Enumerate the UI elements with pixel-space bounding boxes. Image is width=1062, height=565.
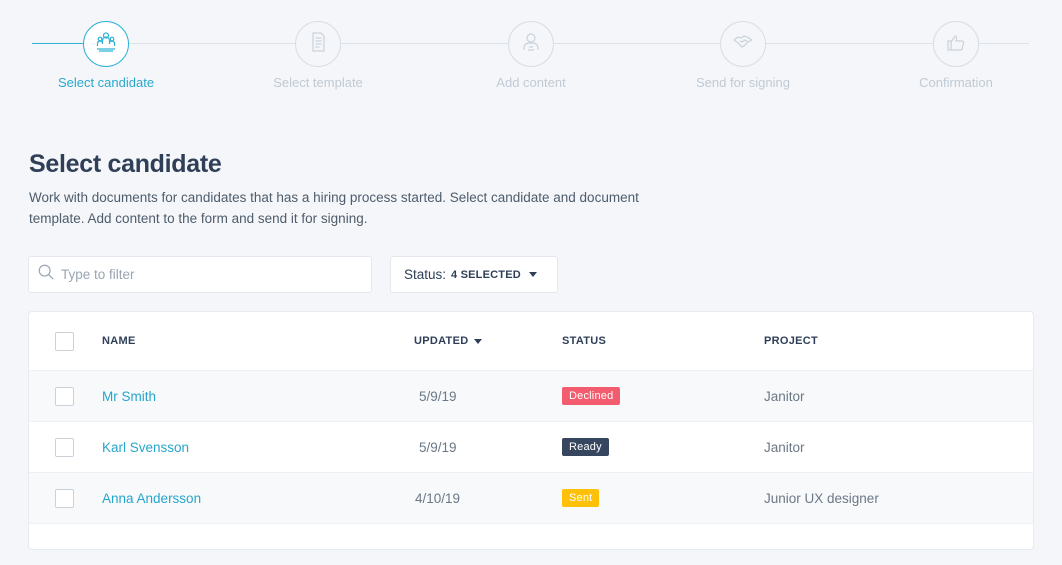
filter-field[interactable] [28, 256, 372, 293]
column-header-updated-label: UPDATED [414, 335, 469, 347]
table-row[interactable]: Anna Andersson 4/10/19 Sent Junior UX de… [29, 473, 1033, 524]
step-label: Select template [273, 75, 363, 90]
table-row[interactable]: Mr Smith 5/9/19 Declined Janitor [29, 371, 1033, 422]
step-add-content[interactable]: Add content [451, 21, 611, 90]
select-all-checkbox[interactable] [55, 331, 74, 351]
chevron-down-icon [528, 272, 537, 277]
step-label: Select candidate [57, 75, 155, 90]
project-name: Janitor [764, 439, 805, 455]
column-header-name[interactable]: NAME [102, 312, 136, 370]
document-template-icon [306, 30, 330, 59]
candidate-name-link[interactable]: Karl Svensson [102, 422, 189, 472]
status-filter-label: Status: [404, 267, 447, 282]
updated-date: 4/10/19 [415, 490, 461, 506]
step-select-candidate[interactable]: Select candidate [26, 21, 186, 90]
search-icon [37, 263, 55, 286]
candidate-name-link[interactable]: Anna Andersson [102, 473, 201, 523]
updated-date: 5/9/19 [419, 388, 457, 404]
project-name: Junior UX designer [764, 490, 879, 506]
step-label: Add content [496, 75, 566, 90]
page-description: Work with documents for candidates that … [29, 190, 639, 226]
candidate-name-link[interactable]: Mr Smith [102, 371, 156, 421]
handshake-icon [731, 30, 755, 59]
candidates-icon [94, 30, 118, 59]
progress-stepper: Select candidate Select template Add con… [0, 0, 1062, 110]
filter-input[interactable] [61, 267, 361, 282]
table-header-row: NAME UPDATED STATUS PROJECT [29, 312, 1033, 371]
thumbs-up-icon [944, 30, 968, 59]
status-filter-dropdown[interactable]: Status: 4 SELECTED [390, 256, 558, 293]
status-badge: Sent [562, 489, 600, 507]
column-header-project[interactable]: PROJECT [764, 312, 818, 370]
step-select-template[interactable]: Select template [238, 21, 398, 90]
table-row[interactable]: Karl Svensson 5/9/19 Ready Janitor [29, 422, 1033, 473]
step-label: Send for signing [696, 75, 790, 90]
row-checkbox[interactable] [55, 437, 74, 457]
row-checkbox[interactable] [55, 488, 74, 508]
page-title: Select candidate [29, 150, 222, 178]
column-header-updated[interactable]: UPDATED [414, 312, 483, 370]
candidates-table: NAME UPDATED STATUS PROJECT Mr Smith 5/9… [28, 311, 1034, 550]
status-filter-count: 4 SELECTED [451, 268, 521, 281]
project-name: Janitor [764, 388, 805, 404]
step-confirmation[interactable]: Confirmation [876, 21, 1036, 90]
row-checkbox[interactable] [55, 386, 74, 406]
status-badge: Declined [562, 387, 621, 405]
step-label: Confirmation [919, 75, 993, 90]
status-badge: Ready [562, 438, 609, 456]
person-content-icon [519, 30, 543, 59]
step-send-for-signing[interactable]: Send for signing [663, 21, 823, 90]
column-header-status[interactable]: STATUS [562, 312, 606, 370]
sort-desc-icon [474, 338, 483, 344]
updated-date: 5/9/19 [419, 439, 457, 455]
